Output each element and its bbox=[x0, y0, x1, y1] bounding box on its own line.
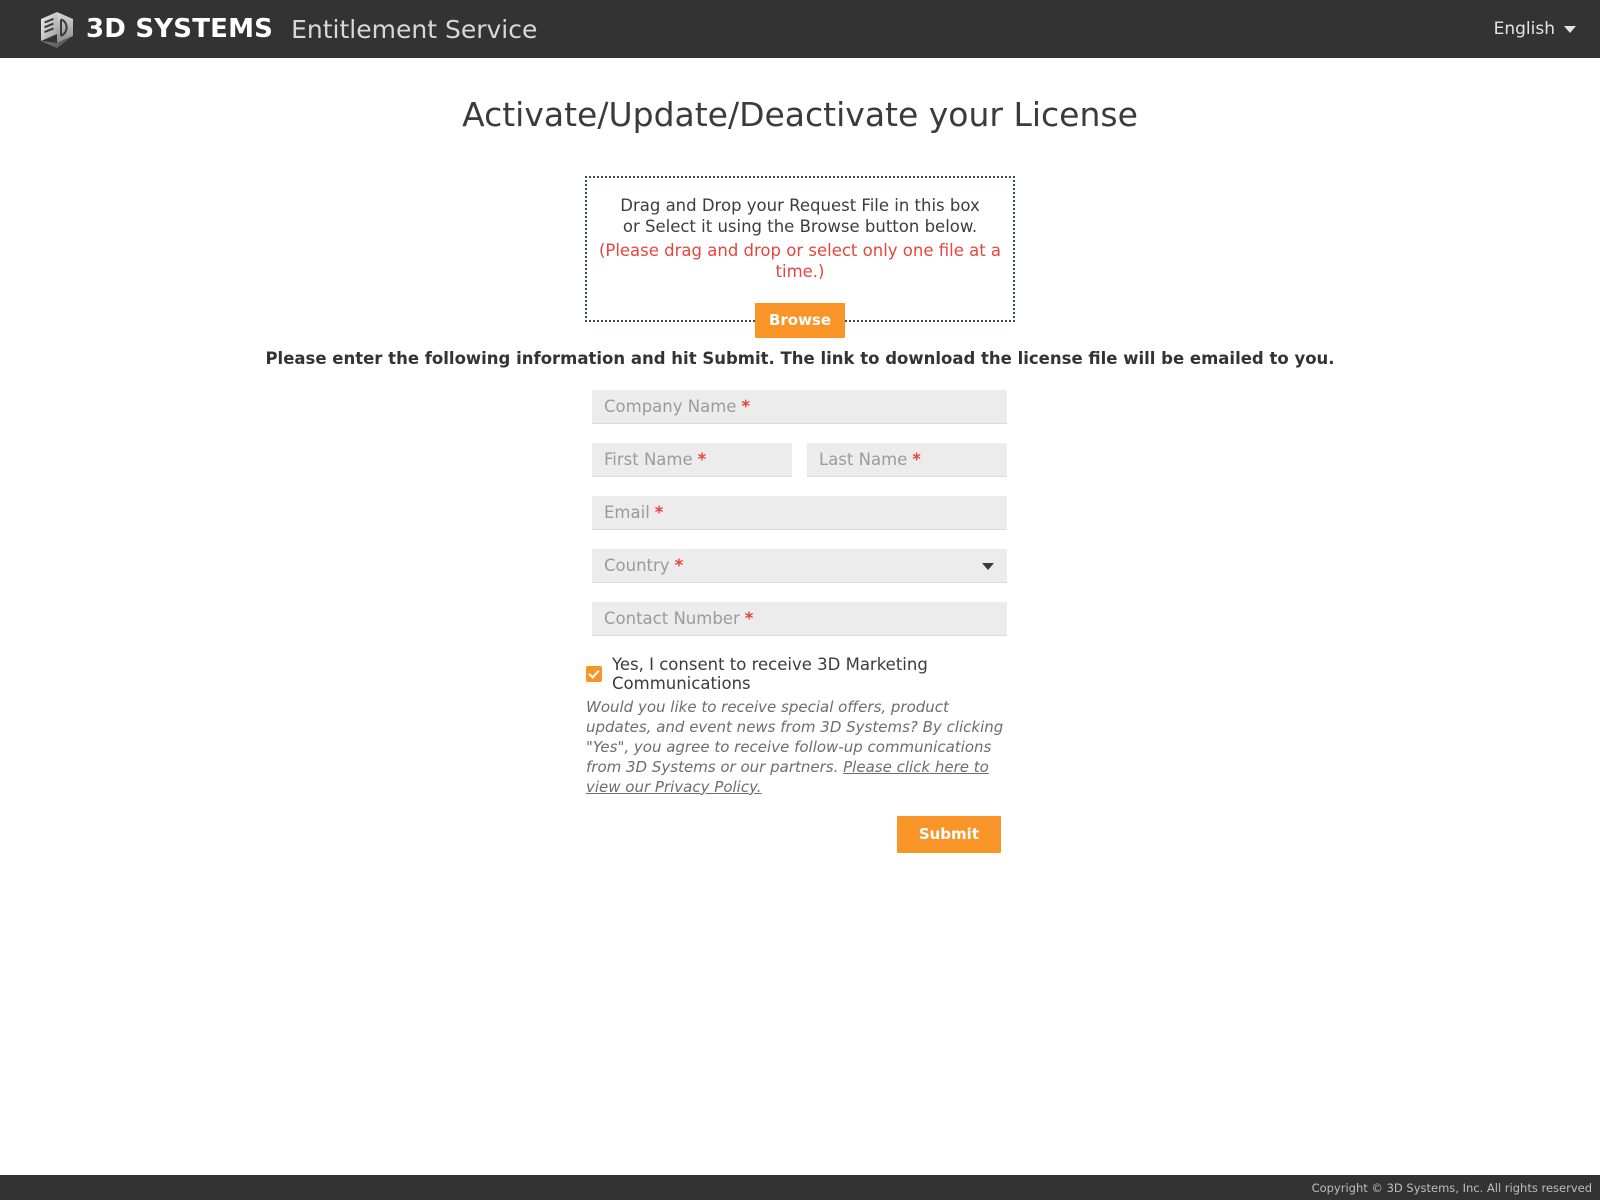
language-selector[interactable]: English bbox=[1494, 0, 1576, 58]
dropzone-warning-text: (Please drag and drop or select only one… bbox=[598, 241, 1002, 281]
cube-3d-logo-icon bbox=[41, 12, 73, 48]
required-asterisk: * bbox=[744, 609, 754, 628]
company-name-field[interactable]: Company Name * bbox=[592, 390, 1007, 424]
last-name-field[interactable]: Last Name * bbox=[807, 443, 1007, 477]
required-asterisk: * bbox=[674, 556, 684, 575]
chevron-down-icon bbox=[982, 562, 994, 570]
first-name-placeholder: First Name bbox=[604, 450, 693, 469]
file-dropzone[interactable]: Drag and Drop your Request File in this … bbox=[585, 176, 1015, 338]
first-name-field[interactable]: First Name * bbox=[592, 443, 792, 477]
footer-bar: Copyright © 3D Systems, Inc. All rights … bbox=[0, 1175, 1600, 1200]
country-select[interactable]: Country * bbox=[592, 549, 1007, 583]
country-placeholder: Country bbox=[604, 556, 670, 575]
app-name-text: Entitlement Service bbox=[291, 14, 538, 44]
submit-row: Submit bbox=[592, 815, 1001, 853]
brand-logo-group[interactable]: 3D SYSTEMS bbox=[38, 10, 273, 48]
form-instruction-text: Please enter the following information a… bbox=[265, 349, 1335, 368]
required-asterisk: * bbox=[697, 450, 707, 469]
chevron-down-icon bbox=[1564, 25, 1576, 33]
license-request-form: Company Name * First Name * Last Name * … bbox=[586, 390, 1007, 853]
marketing-consent-description: Would you like to receive special offers… bbox=[586, 698, 1006, 798]
contact-number-placeholder: Contact Number bbox=[604, 609, 740, 628]
browse-button[interactable]: Browse bbox=[754, 302, 846, 338]
name-row: First Name * Last Name * bbox=[592, 443, 1007, 477]
required-asterisk: * bbox=[912, 450, 921, 469]
email-field[interactable]: Email * bbox=[592, 496, 1007, 530]
last-name-placeholder: Last Name bbox=[819, 450, 908, 469]
marketing-consent-row[interactable]: Yes, I consent to receive 3D Marketing C… bbox=[586, 655, 1007, 693]
page-title: Activate/Update/Deactivate your License bbox=[462, 95, 1138, 134]
required-asterisk: * bbox=[741, 397, 751, 416]
company-name-placeholder: Company Name bbox=[604, 397, 737, 416]
required-asterisk: * bbox=[654, 503, 664, 522]
copyright-text: Copyright © 3D Systems, Inc. All rights … bbox=[1311, 1180, 1592, 1195]
marketing-consent-label[interactable]: Yes, I consent to receive 3D Marketing C… bbox=[612, 655, 1007, 693]
brand-name-text: 3D SYSTEMS bbox=[86, 14, 274, 44]
contact-number-field[interactable]: Contact Number * bbox=[592, 602, 1007, 636]
submit-button[interactable]: Submit bbox=[896, 815, 1001, 853]
language-selected-label: English bbox=[1493, 19, 1555, 39]
dropzone-instruction-text: Drag and Drop your Request File in this … bbox=[620, 196, 980, 236]
top-header-bar: 3D SYSTEMS Entitlement Service English bbox=[0, 0, 1600, 58]
email-placeholder: Email bbox=[604, 503, 650, 522]
marketing-consent-checkbox[interactable] bbox=[586, 666, 602, 682]
